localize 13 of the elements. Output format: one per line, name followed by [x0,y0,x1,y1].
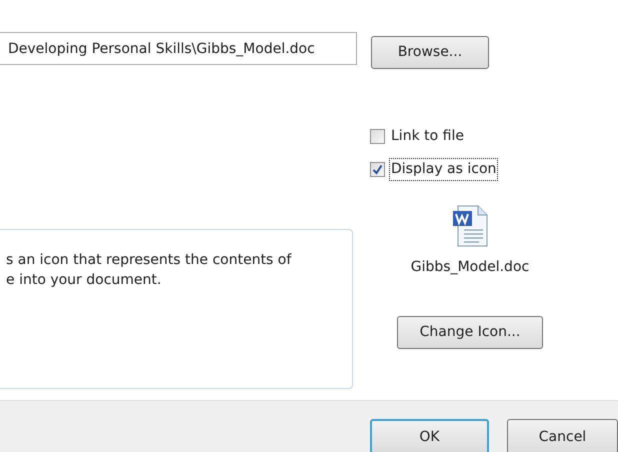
file-path-field[interactable]: Developing Personal Skills\Gibbs_Model.doc [0,32,357,65]
change-icon-button[interactable]: Change Icon... [397,316,543,349]
checkbox[interactable] [370,162,385,177]
browse-button[interactable]: Browse... [371,36,489,69]
description-text: e into your document. [6,271,162,290]
description-text: s an icon that represents the contents of [6,251,292,270]
dialog-button[interactable]: OK [370,419,489,452]
checkbox-label[interactable]: Link to file [389,125,466,148]
dialog-button[interactable]: Cancel [506,419,618,452]
word-document-icon [452,205,488,247]
icon-caption: Gibbs_Model.doc [410,258,530,277]
checkbox-label[interactable]: Display as icon [389,158,498,181]
checkbox[interactable] [370,129,385,144]
